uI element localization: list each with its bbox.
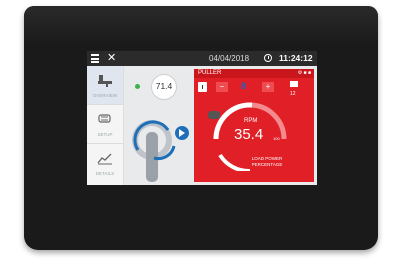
side-value: 12	[290, 91, 296, 97]
rpm-max: 100	[273, 136, 280, 141]
start-stop-button[interactable]	[198, 82, 207, 92]
arrow-right-icon[interactable]	[175, 126, 189, 140]
top-bar: ✕ 04/04/2018 11:24:12	[87, 51, 317, 66]
toggle-icon[interactable]	[290, 81, 298, 87]
sidebar-item-overview[interactable]: OVERVIEW	[87, 66, 123, 105]
increase-button[interactable]: +	[262, 82, 274, 92]
time-label: 11:24:12	[279, 53, 313, 63]
side-value-column: 12	[290, 81, 312, 97]
sidebar-item-setup[interactable]: SETUP	[87, 105, 123, 144]
sidebar: OVERVIEW SETUP DETAILS	[87, 66, 124, 185]
load-power-label: LOAD POWER PERCENTAGE	[251, 156, 283, 167]
extruder-icon	[98, 75, 112, 87]
puller-panel: PULLER ⚙ ■ ■ − 8 + 12 RPM 35.4 100 LOAD …	[194, 69, 314, 182]
panel-header: PULLER ⚙ ■ ■	[194, 69, 314, 78]
hmi-screen: ✕ 04/04/2018 11:24:12 OVERVIEW SETUP DET…	[87, 51, 317, 185]
puller-machine-icon[interactable]	[130, 110, 188, 184]
status-indicator	[135, 84, 140, 89]
tools-icon[interactable]: ✕	[107, 52, 116, 65]
motor-icon	[98, 114, 111, 123]
temperature-gauge[interactable]: 71.4	[151, 74, 177, 100]
sidebar-item-label: OVERVIEW	[92, 93, 118, 98]
decrease-button[interactable]: −	[216, 82, 228, 92]
clock-icon	[264, 54, 272, 62]
gauge-knob[interactable]	[208, 111, 220, 119]
panel-title: PULLER	[198, 70, 222, 76]
date-label: 04/04/2018	[209, 54, 250, 63]
sidebar-item-details[interactable]: DETAILS	[87, 144, 123, 182]
panel-settings-icon[interactable]: ⚙ ■ ■	[298, 70, 311, 76]
rpm-label: RPM	[244, 118, 258, 124]
sidebar-item-label: DETAILS	[95, 171, 115, 176]
set-value[interactable]: 8	[241, 81, 246, 91]
sidebar-item-label: SETUP	[97, 132, 113, 137]
rpm-value: 35.4	[234, 126, 264, 143]
menu-icon[interactable]	[91, 54, 99, 63]
overview-area: 71.4	[124, 66, 192, 185]
trend-chart-icon	[97, 153, 112, 165]
